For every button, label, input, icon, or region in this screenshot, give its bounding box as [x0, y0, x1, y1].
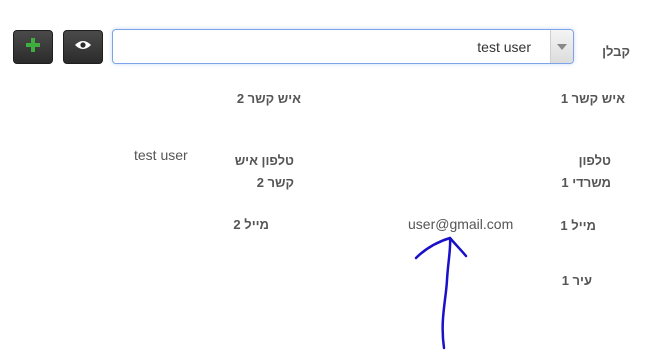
hand-drawn-arrow-icon	[414, 236, 468, 350]
